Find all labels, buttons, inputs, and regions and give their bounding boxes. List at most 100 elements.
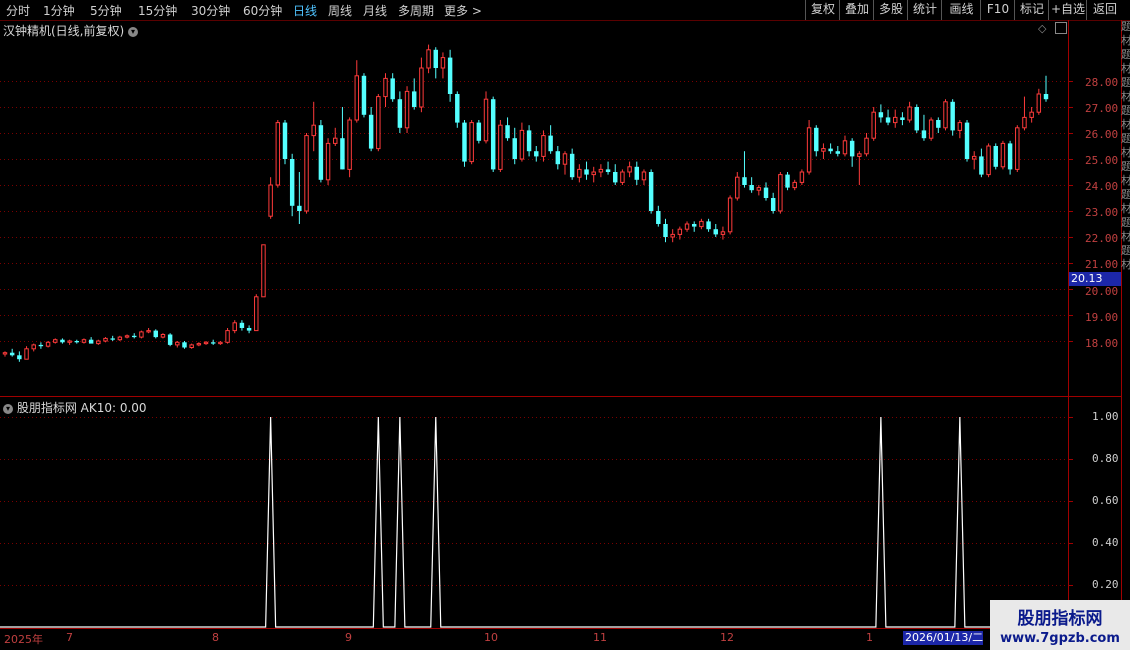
candle-body-down [368, 114, 374, 149]
candle-body-up [971, 155, 977, 160]
candle-body-up [1000, 142, 1006, 168]
candle-body-down [706, 221, 711, 230]
candle-body-up [404, 90, 410, 129]
stock-chart[interactable] [0, 0, 1130, 650]
candle-body-up [677, 228, 683, 235]
candle-body-up [1015, 127, 1020, 170]
indicator-tick: 0.80 [1092, 452, 1119, 465]
candle-body-up [124, 335, 130, 338]
candle-body-down [835, 151, 841, 154]
candle-body-down [993, 146, 998, 167]
candle-body-down [512, 138, 517, 159]
date-tick: 2025年 [4, 633, 43, 646]
date-tick: 8 [212, 631, 219, 644]
candle-body-down [979, 156, 984, 175]
candle-body-up [139, 331, 144, 338]
watermark-logo: 股朋指标网 www.7gpzb.com [990, 600, 1130, 650]
candle-body-down [785, 174, 790, 188]
candle-body-up [893, 116, 898, 124]
candle-body-up [304, 135, 309, 212]
candle-body-up [735, 176, 740, 199]
candle-body-up [957, 122, 963, 131]
candle-body-up [419, 67, 424, 108]
price-tick: 24.00 [1085, 180, 1119, 193]
candle-body-up [218, 341, 223, 345]
candle-body-down [663, 224, 668, 237]
candle-body-up [821, 148, 826, 152]
candle-body-up [275, 122, 281, 186]
date-tick: 7 [66, 631, 73, 644]
candle-body-up [864, 137, 869, 155]
candle-body-down [950, 101, 955, 131]
candle-body-down [397, 99, 403, 128]
candle-body-down [885, 117, 891, 123]
candle-body-down [289, 159, 295, 206]
candle-body-down [878, 112, 884, 118]
date-tick: 1 [866, 631, 873, 644]
candle-body-down [167, 334, 173, 345]
candle-body-up [577, 168, 582, 178]
candle-body-up [943, 101, 948, 129]
candle-body-up [857, 153, 862, 157]
candle-body-down [936, 120, 941, 128]
candle-body-up [160, 334, 166, 338]
candle-body-down [476, 122, 482, 141]
indicator-tick: 0.60 [1092, 494, 1119, 507]
candle-body-down [849, 140, 855, 157]
indicator-line [0, 416, 1068, 628]
candle-body-up [498, 124, 503, 170]
price-tick: 27.00 [1085, 102, 1119, 115]
candle-body-up [778, 174, 783, 212]
candle-body-down [246, 328, 252, 331]
candle-body-up [440, 57, 446, 69]
candle-body-up [620, 171, 625, 183]
candle-body-up [96, 340, 101, 345]
price-tick: 25.00 [1085, 154, 1119, 167]
side-info-strip[interactable]: 题材题材题材题材题材题材题材题材题材 [1121, 20, 1130, 272]
candle-body-up [325, 142, 331, 181]
candle-body-down [914, 107, 919, 131]
candle-body-up [146, 330, 151, 333]
candle-body-down [763, 187, 769, 198]
candle-body-up [483, 98, 489, 142]
date-tick: 11 [593, 631, 607, 644]
candle-body-down [828, 148, 833, 152]
candle-body-down [60, 339, 65, 343]
candle-body-up [727, 197, 733, 233]
candle-body-up [103, 337, 108, 342]
candle-body-up [670, 233, 675, 238]
candle-body-up [225, 330, 230, 343]
candle-body-down [770, 198, 776, 211]
candle-body-down [182, 342, 187, 348]
candle-body-down [411, 91, 417, 107]
candle-body-up [311, 124, 316, 137]
indicator-tick: 0.20 [1092, 578, 1119, 591]
candle-body-up [232, 322, 237, 332]
candle-body-down [749, 185, 754, 191]
candle-body-down [390, 78, 395, 100]
price-tick: 23.00 [1085, 206, 1119, 219]
current-price-tag: 20.13 [1069, 272, 1121, 286]
candle-body-down [656, 211, 661, 224]
candle-body-down [318, 125, 324, 180]
candle-body-up [799, 171, 805, 183]
candle-body-up [261, 244, 266, 298]
candle-body-down [361, 75, 367, 115]
candle-body-down [584, 169, 589, 175]
candle-body-down [17, 355, 22, 360]
candle-body-up [203, 341, 209, 345]
candle-body-down [433, 49, 438, 68]
candle-body-up [45, 341, 51, 347]
candle-body-up [376, 96, 381, 150]
candle-body-down [505, 125, 510, 139]
candle-body-down [742, 177, 747, 185]
candle-body-down [648, 172, 654, 211]
candle-body-up [383, 77, 388, 98]
candle-body-down [569, 153, 575, 178]
candle-body-down [153, 330, 158, 338]
cursor-date-tag: 2026/01/13/二 [903, 631, 983, 645]
candle-body-up [254, 296, 259, 332]
candle-body-down [605, 169, 611, 172]
candle-body-down [814, 127, 819, 152]
price-tick: 22.00 [1085, 232, 1119, 245]
